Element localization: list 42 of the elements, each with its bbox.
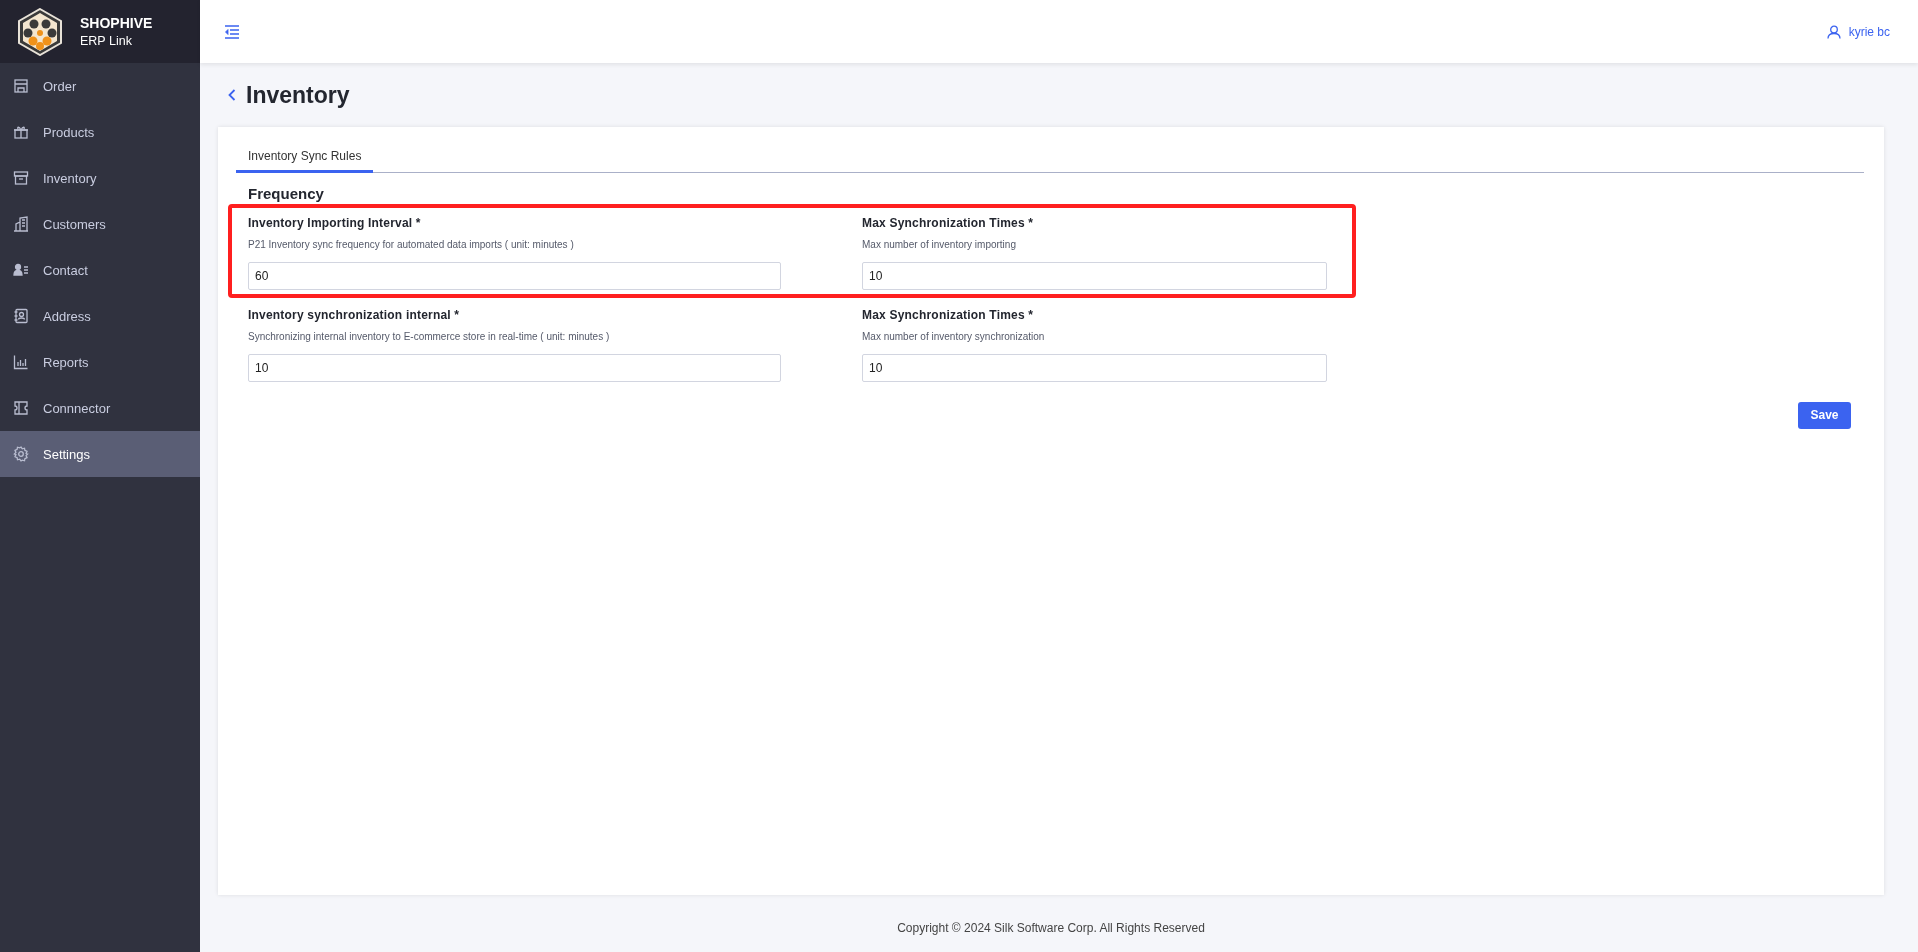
storefront-icon (13, 78, 29, 94)
address-book-icon (13, 308, 29, 324)
field-description: Max number of inventory synchronization (862, 330, 1046, 342)
field-label: Max Synchronization Times * (862, 307, 1035, 322)
page-title: Inventory (246, 81, 350, 109)
hexagon-logo-icon (18, 7, 62, 56)
field-label: Max Synchronization Times * (862, 215, 1035, 230)
building-icon (13, 216, 29, 232)
input-field[interactable]: 60 (248, 261, 781, 290)
back-chevron-icon[interactable] (228, 89, 236, 101)
sidebar-item[interactable]: Inventory (0, 155, 200, 201)
brand-subtitle: ERP Link (80, 34, 133, 48)
sidebar-item[interactable]: Order (0, 63, 200, 109)
person-card-icon (13, 262, 29, 278)
sidebar-item[interactable]: Settings (0, 431, 200, 477)
sidebar-item[interactable]: Reports (0, 339, 200, 385)
menu-collapse-icon[interactable] (224, 24, 240, 39)
gift-icon (13, 124, 29, 140)
brand-name: SHOPHIVE (80, 15, 153, 31)
tab[interactable]: Inventory Sync Rules (236, 145, 374, 173)
sidebar-item[interactable]: Address (0, 293, 200, 339)
field-description: Synchronizing internal inventory to E-commerce store in real-time ( unit: minutes ) (248, 330, 611, 342)
bar-chart-icon (13, 354, 29, 370)
sidebar-item[interactable]: Contact (0, 247, 200, 293)
sidebar-item[interactable]: Products (0, 109, 200, 155)
user-icon (1826, 24, 1841, 39)
sidebar-item[interactable]: Customers (0, 201, 200, 247)
settings-icon (13, 446, 29, 462)
user-menu[interactable]: kyrie bc (1826, 24, 1890, 39)
input-field[interactable]: 10 (862, 261, 1327, 290)
section-title: Frequency (248, 184, 325, 202)
field-label: Inventory synchronization internal * (248, 307, 461, 322)
sidebar-item[interactable]: Connnector (0, 385, 200, 431)
save-button[interactable]: Save (1798, 401, 1851, 429)
input-field[interactable]: 10 (862, 353, 1327, 382)
input-field[interactable]: 10 (248, 353, 781, 382)
archive-box-icon (13, 170, 29, 186)
copyright-text: Copyright © 2024 Silk Software Corp. All Rights Reserved (896, 920, 1206, 935)
ticket-icon (13, 400, 29, 416)
field-label: Inventory Importing Interval * (248, 215, 422, 230)
field-description: Max number of inventory importing (862, 238, 1017, 250)
field-description: P21 Inventory sync frequency for automated data imports ( unit: minutes ) (248, 238, 575, 250)
